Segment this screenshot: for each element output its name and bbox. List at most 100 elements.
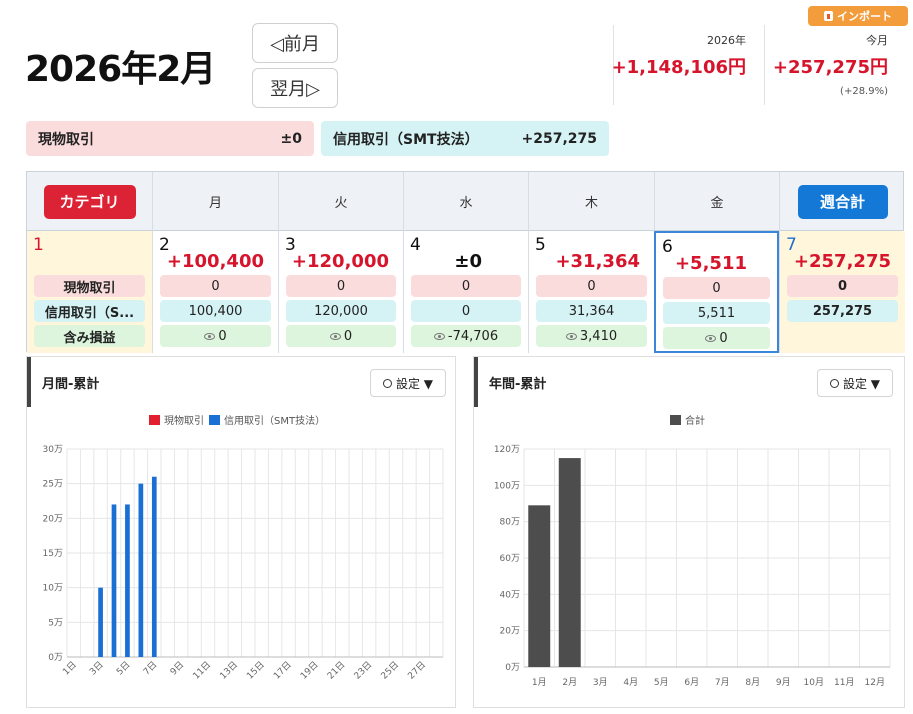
import-button[interactable]: インポート xyxy=(808,6,908,26)
weekday-thu: 木 xyxy=(528,172,654,231)
x-tick-label: 17日 xyxy=(271,659,293,681)
day-margin-value: 120,000 xyxy=(286,300,396,322)
monthly-chart: 現物取引 信用取引（SMT技法） 0万 5万 10万 15万 20万 25万 30万 1日 3日 5日… xyxy=(43,414,444,682)
x-tick-label: 12月 xyxy=(865,677,885,688)
day-number: 6 xyxy=(662,237,673,257)
yearly-panel-title: 年間-累計 xyxy=(489,377,547,392)
day-total: ±0 xyxy=(454,251,482,272)
spot-summary-chip: 現物取引 ±0 xyxy=(26,121,314,156)
week-total-cell[interactable]: 7 +257,275 0 257,275 xyxy=(779,231,905,353)
margin-summary-chip: 信用取引（SMT技法） +257,275 xyxy=(321,121,609,156)
day-unrealized: 0 xyxy=(160,325,271,347)
calendar-grid: カテゴリ 月 火 水 木 金 週合計 1 現物取引 信用取引（S... 含み損益… xyxy=(26,171,905,353)
page-title: 2026年2月 xyxy=(25,49,216,90)
monthly-settings-button[interactable]: 設定 ▼ xyxy=(370,369,446,397)
x-tick-label: 11日 xyxy=(191,659,213,681)
x-tick-label: 7月 xyxy=(715,677,730,688)
day-unrealized: 0 xyxy=(286,325,396,347)
bar xyxy=(98,587,103,657)
week-margin-value: 257,275 xyxy=(787,300,898,322)
month-summary-value: +257,275円 xyxy=(772,57,888,78)
row-label-spot: 現物取引 xyxy=(34,275,145,297)
x-tick-label: 25日 xyxy=(379,659,401,681)
gear-icon xyxy=(382,378,392,388)
weekday-tue: 火 xyxy=(278,172,403,231)
y-tick-label: 15万 xyxy=(43,549,63,559)
weekly-header-cell: 週合計 xyxy=(779,172,905,231)
legend-label: 信用取引（SMT技法） xyxy=(224,414,325,427)
weekday-mon: 月 xyxy=(152,172,278,231)
day-unrealized: -74,706 xyxy=(411,325,521,347)
category-header-cell: カテゴリ xyxy=(27,172,152,231)
x-tick-label: 19日 xyxy=(298,659,320,681)
bar xyxy=(558,458,581,667)
x-tick-label: 9月 xyxy=(776,677,791,688)
day-cell-5[interactable]: 5 +31,364 0 31,364 3,410 xyxy=(528,231,654,353)
day-cell-4[interactable]: 4 ±0 0 0 -74,706 xyxy=(403,231,528,353)
year-summary-value: +1,148,106円 xyxy=(611,57,746,78)
day-margin-value: 0 xyxy=(411,300,521,322)
prev-month-button[interactable]: ◁前月 xyxy=(252,23,338,63)
y-tick-label: 5万 xyxy=(48,618,63,628)
day-cell-1[interactable]: 1 現物取引 信用取引（S... 含み損益 xyxy=(27,231,152,353)
y-tick-label: 40万 xyxy=(500,590,520,600)
bar xyxy=(125,504,130,657)
week-spot-value: 0 xyxy=(787,275,898,297)
gear-icon xyxy=(829,378,839,388)
divider xyxy=(764,25,765,105)
spot-summary-label: 現物取引 xyxy=(38,131,94,148)
row-label-margin: 信用取引（S... xyxy=(34,300,145,322)
day-total: +31,364 xyxy=(555,251,640,272)
eye-icon[interactable] xyxy=(204,332,216,340)
day-margin-value: 31,364 xyxy=(536,300,647,322)
x-tick-label: 1日 xyxy=(61,659,79,677)
weekday-fri: 金 xyxy=(654,172,779,231)
eye-icon[interactable] xyxy=(329,332,341,340)
eye-icon[interactable] xyxy=(705,334,717,342)
bar xyxy=(138,483,144,657)
day-margin-value: 5,511 xyxy=(663,302,770,324)
legend-swatch xyxy=(149,415,160,425)
x-tick-label: 10月 xyxy=(804,677,824,688)
day-cell-3[interactable]: 3 +120,000 0 120,000 0 xyxy=(278,231,403,353)
x-tick-label: 2月 xyxy=(562,677,577,688)
settings-label: 設定 ▼ xyxy=(395,376,434,391)
bar xyxy=(528,505,551,667)
category-button[interactable]: カテゴリ xyxy=(43,184,136,219)
x-tick-label: 23日 xyxy=(352,659,374,681)
x-tick-label: 7日 xyxy=(141,659,159,677)
x-tick-label: 9日 xyxy=(168,659,186,677)
day-total: +5,511 xyxy=(674,253,747,274)
x-tick-label: 8月 xyxy=(745,677,760,688)
yearly-settings-button[interactable]: 設定 ▼ xyxy=(817,369,893,397)
monthly-panel-title: 月間-累計 xyxy=(42,377,100,392)
y-tick-label: 30万 xyxy=(43,445,63,455)
x-tick-label: 1月 xyxy=(532,677,547,688)
day-unrealized-value: 3,410 xyxy=(579,328,618,344)
x-tick-label: 3月 xyxy=(593,677,608,688)
x-tick-label: 4月 xyxy=(623,677,638,688)
legend-swatch xyxy=(670,415,681,425)
day-spot-value: 0 xyxy=(160,275,271,297)
eye-icon[interactable] xyxy=(565,332,577,340)
day-cell-2[interactable]: 2 +100,400 0 100,400 0 xyxy=(152,231,278,353)
y-tick-label: 20万 xyxy=(43,514,63,524)
import-icon xyxy=(824,11,833,21)
next-month-button[interactable]: 翌月▷ xyxy=(252,68,338,108)
y-tick-label: 0万 xyxy=(48,653,63,663)
legend-label: 現物取引 xyxy=(164,414,204,427)
day-cell-6-selected[interactable]: 6 +5,511 0 5,511 0 xyxy=(654,231,779,353)
month-summary-label: 今月 xyxy=(866,34,888,47)
eye-icon[interactable] xyxy=(433,332,445,340)
row-label-unrealized: 含み損益 xyxy=(34,325,145,347)
x-tick-label: 11月 xyxy=(834,677,854,688)
y-tick-label: 20万 xyxy=(500,627,520,637)
weekly-total-button[interactable]: 週合計 xyxy=(797,184,888,219)
x-tick-label: 6月 xyxy=(684,677,699,688)
y-tick-label: 80万 xyxy=(500,518,520,528)
day-unrealized: 3,410 xyxy=(536,325,647,347)
day-spot-value: 0 xyxy=(663,277,770,299)
x-tick-label: 5月 xyxy=(654,677,669,688)
day-unrealized-value: 0 xyxy=(343,328,353,344)
bar xyxy=(151,476,157,657)
